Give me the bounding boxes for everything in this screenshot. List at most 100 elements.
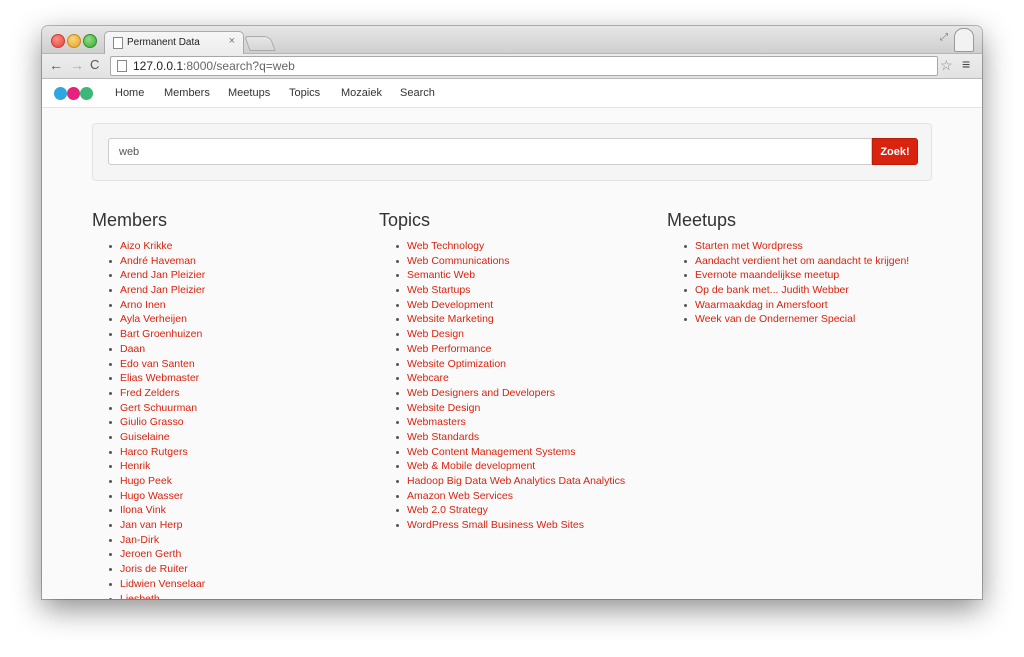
- list-item: Web Standards: [395, 430, 625, 445]
- member-link[interactable]: Fred Zelders: [120, 387, 180, 399]
- member-link[interactable]: Harco Rutgers: [120, 446, 188, 458]
- member-link[interactable]: Giulio Grasso: [120, 416, 184, 428]
- back-button[interactable]: ←: [49, 57, 63, 73]
- topic-link[interactable]: Web Development: [407, 299, 493, 311]
- list-item: Hugo Peek: [108, 474, 205, 489]
- member-link[interactable]: Ilona Vink: [120, 504, 166, 516]
- search-panel: Zoek!: [92, 123, 932, 181]
- topic-link[interactable]: Web Communications: [407, 255, 510, 267]
- topic-link[interactable]: Amazon Web Services: [407, 490, 513, 502]
- members-section: Members Aizo Krikke André Haveman Arend Ja…: [92, 210, 205, 599]
- topic-link[interactable]: Web Design: [407, 328, 464, 340]
- member-link[interactable]: Joris de Ruiter: [120, 563, 188, 575]
- list-item: Web Performance: [395, 342, 625, 357]
- member-link[interactable]: Jan van Herp: [120, 519, 182, 531]
- member-link[interactable]: Guiselaine: [120, 431, 170, 443]
- meetup-link[interactable]: Op de bank met... Judith Webber: [695, 284, 849, 296]
- profile-icon[interactable]: [954, 28, 974, 52]
- nav-meetups[interactable]: Meetups: [228, 87, 270, 99]
- list-item: Ilona Vink: [108, 503, 205, 518]
- member-link[interactable]: Henrik: [120, 460, 150, 472]
- reload-button[interactable]: C: [90, 57, 99, 72]
- list-item: Web Development: [395, 298, 625, 313]
- topic-link[interactable]: Web 2.0 Strategy: [407, 504, 488, 516]
- meetup-link[interactable]: Week van de Ondernemer Special: [695, 313, 855, 325]
- search-button[interactable]: Zoek!: [872, 138, 918, 165]
- forward-button[interactable]: →: [70, 57, 84, 73]
- member-link[interactable]: Hugo Wasser: [120, 490, 183, 502]
- topic-link[interactable]: Hadoop Big Data Web Analytics Data Analy…: [407, 475, 625, 487]
- member-link[interactable]: Liesbeth: [120, 593, 160, 600]
- topic-link[interactable]: Web Designers and Developers: [407, 387, 555, 399]
- member-link[interactable]: Lidwien Venselaar: [120, 578, 205, 590]
- address-bar[interactable]: 127.0.0.1:8000/search?q=web: [110, 56, 938, 76]
- nav-topics[interactable]: Topics: [289, 87, 320, 99]
- topic-link[interactable]: Web & Mobile development: [407, 460, 535, 472]
- tab-close-icon[interactable]: ×: [229, 35, 235, 47]
- topic-link[interactable]: Web Standards: [407, 431, 479, 443]
- window-close-button[interactable]: [51, 34, 65, 48]
- url-path: :8000/search?q=web: [183, 59, 295, 73]
- members-heading: Members: [92, 210, 168, 230]
- list-item: Gert Schuurman: [108, 401, 205, 416]
- member-link[interactable]: Gert Schuurman: [120, 402, 197, 414]
- nav-members[interactable]: Members: [164, 87, 210, 99]
- topic-link[interactable]: Web Technology: [407, 240, 484, 252]
- list-item: Lidwien Venselaar: [108, 577, 205, 592]
- list-item: Arend Jan Pleizier: [108, 283, 205, 298]
- member-link[interactable]: Ayla Verheijen: [120, 313, 187, 325]
- nav-mozaiek[interactable]: Mozaiek: [341, 87, 382, 99]
- meetup-link[interactable]: Waarmaakdag in Amersfoort: [695, 299, 828, 311]
- list-item: Bart Groenhuizen: [108, 327, 205, 342]
- search-input[interactable]: [108, 138, 872, 165]
- member-link[interactable]: Jan-Dirk: [120, 534, 159, 546]
- menu-icon[interactable]: ≡: [962, 56, 970, 72]
- meetup-link[interactable]: Evernote maandelijkse meetup: [695, 269, 839, 281]
- topic-link[interactable]: Website Optimization: [407, 358, 506, 370]
- topics-list: Web Technology Web Communications Semantic…: [379, 239, 625, 533]
- member-link[interactable]: Jeroen Gerth: [120, 548, 181, 560]
- topic-link[interactable]: Web Content Management Systems: [407, 446, 575, 458]
- new-tab-button[interactable]: [244, 36, 276, 51]
- member-link[interactable]: André Haveman: [120, 255, 196, 267]
- list-item: Starten met Wordpress: [683, 239, 909, 254]
- member-link[interactable]: Bart Groenhuizen: [120, 328, 202, 340]
- member-link[interactable]: Arend Jan Pleizier: [120, 284, 205, 296]
- list-item: Op de bank met... Judith Webber: [683, 283, 909, 298]
- site-logo[interactable]: [54, 87, 94, 101]
- list-item: Web Design: [395, 327, 625, 342]
- nav-home[interactable]: Home: [115, 87, 144, 99]
- member-link[interactable]: Aizo Krikke: [120, 240, 173, 252]
- topic-link[interactable]: Webmasters: [407, 416, 466, 428]
- list-item: Fred Zelders: [108, 386, 205, 401]
- meetup-link[interactable]: Starten met Wordpress: [695, 240, 803, 252]
- window-minimize-button[interactable]: [67, 34, 81, 48]
- topic-link[interactable]: Web Performance: [407, 343, 491, 355]
- fullscreen-icon[interactable]: ⤢: [940, 32, 948, 43]
- topic-link[interactable]: Website Marketing: [407, 313, 494, 325]
- member-link[interactable]: Hugo Peek: [120, 475, 172, 487]
- topic-link[interactable]: Website Design: [407, 402, 480, 414]
- window-maximize-button[interactable]: [83, 34, 97, 48]
- nav-search[interactable]: Search: [400, 87, 435, 99]
- page-icon: [113, 37, 123, 49]
- member-link[interactable]: Elias Webmaster: [120, 372, 199, 384]
- topic-link[interactable]: Semantic Web: [407, 269, 475, 281]
- topic-link[interactable]: Web Startups: [407, 284, 470, 296]
- browser-tab[interactable]: Permanent Data ×: [104, 31, 244, 54]
- browser-window: Permanent Data × ⤢ ← → C 127.0.0.1:8000/…: [42, 26, 982, 599]
- member-link[interactable]: Arend Jan Pleizier: [120, 269, 205, 281]
- list-item: Aandacht verdient het om aandacht te kri…: [683, 254, 909, 269]
- meetup-link[interactable]: Aandacht verdient het om aandacht te kri…: [695, 255, 909, 267]
- list-item: Hadoop Big Data Web Analytics Data Analy…: [395, 474, 625, 489]
- member-link[interactable]: Daan: [120, 343, 145, 355]
- list-item: Elias Webmaster: [108, 371, 205, 386]
- meetups-heading: Meetups: [667, 210, 737, 230]
- bookmark-star-icon[interactable]: ☆: [940, 57, 953, 74]
- topic-link[interactable]: WordPress Small Business Web Sites: [407, 519, 584, 531]
- topic-link[interactable]: Webcare: [407, 372, 449, 384]
- list-item: Waarmaakdag in Amersfoort: [683, 298, 909, 313]
- list-item: Semantic Web: [395, 268, 625, 283]
- member-link[interactable]: Edo van Santen: [120, 358, 195, 370]
- member-link[interactable]: Arno Inen: [120, 299, 166, 311]
